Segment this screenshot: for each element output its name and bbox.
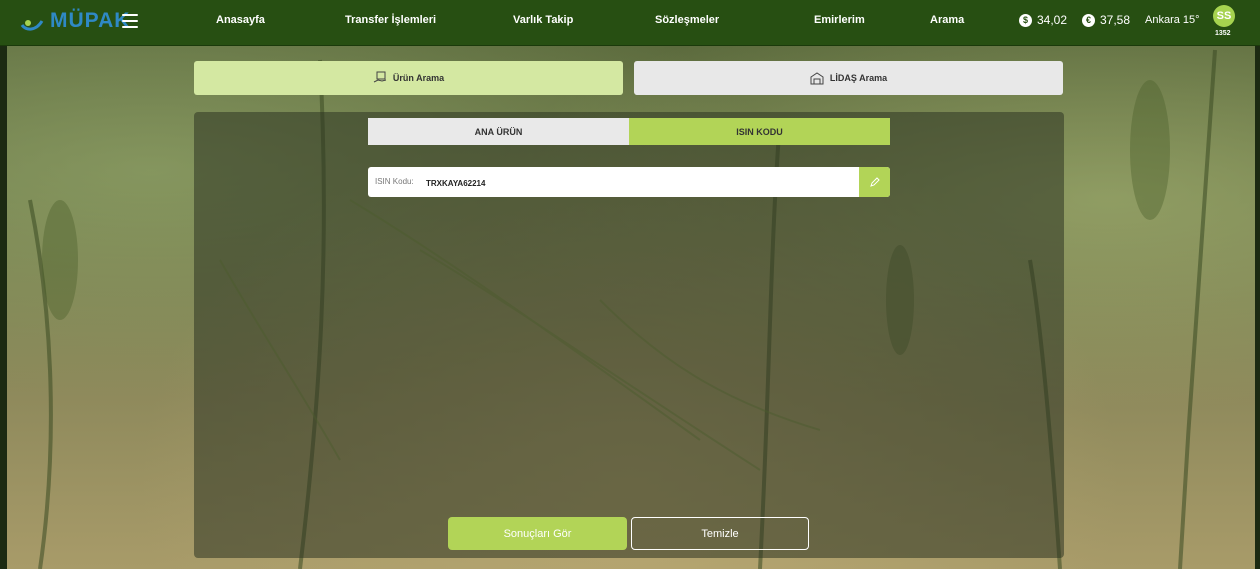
eur-rate: € 37,58 — [1082, 13, 1130, 27]
brand-logo[interactable]: MÜPAK — [20, 9, 130, 33]
nav-item-emirlerim[interactable]: Emirlerim — [814, 14, 865, 26]
euro-icon: € — [1082, 13, 1095, 27]
avatar[interactable]: SS — [1213, 5, 1235, 27]
top-navigation: MÜPAK Anasayfa Transfer İşlemleri Varlık… — [0, 0, 1260, 46]
show-results-button[interactable]: Sonuçları Gör — [448, 517, 627, 550]
hamburger-icon[interactable] — [122, 14, 138, 28]
product-search-label: Ürün Arama — [392, 73, 445, 83]
lidas-search-label: LİDAŞ Arama — [829, 73, 888, 83]
search-mode-tabs: ANA ÜRÜN ISIN KODU — [368, 118, 890, 145]
nav-item-sozlesmeler[interactable]: Sözleşmeler — [655, 14, 719, 26]
tab-main-product[interactable]: ANA ÜRÜN — [368, 118, 629, 145]
weather-text: Ankara 15° — [1145, 14, 1200, 26]
brand-name: MÜPAK — [50, 9, 131, 32]
nav-item-arama[interactable]: Arama — [930, 14, 964, 26]
product-search-button[interactable]: Ürün Arama — [194, 61, 623, 95]
isin-field: ISIN Kodu: — [368, 167, 890, 197]
box-hand-icon — [373, 71, 387, 83]
lidas-search-button[interactable]: LİDAŞ Arama — [634, 61, 1063, 95]
usd-rate: $ 34,02 — [1019, 13, 1067, 27]
dollar-icon: $ — [1019, 13, 1032, 27]
left-edge — [0, 45, 7, 569]
warehouse-icon — [810, 72, 824, 85]
isin-input[interactable] — [424, 172, 858, 194]
eur-rate-value: 37,58 — [1100, 13, 1131, 27]
tab-isin-code[interactable]: ISIN KODU — [629, 118, 890, 145]
right-edge — [1255, 45, 1260, 569]
nav-item-transfer[interactable]: Transfer İşlemleri — [345, 14, 436, 26]
nav-item-anasayfa[interactable]: Anasayfa — [216, 14, 265, 26]
clear-button[interactable]: Temizle — [631, 517, 809, 550]
user-number: 1352 — [1215, 30, 1231, 37]
pencil-icon — [869, 177, 880, 187]
nav-item-varlik-takip[interactable]: Varlık Takip — [513, 14, 573, 26]
isin-field-label: ISIN Kodu: — [375, 177, 414, 186]
mupak-logo-icon — [20, 20, 44, 31]
usd-rate-value: 34,02 — [1037, 13, 1068, 27]
isin-edit-button[interactable] — [859, 167, 890, 197]
